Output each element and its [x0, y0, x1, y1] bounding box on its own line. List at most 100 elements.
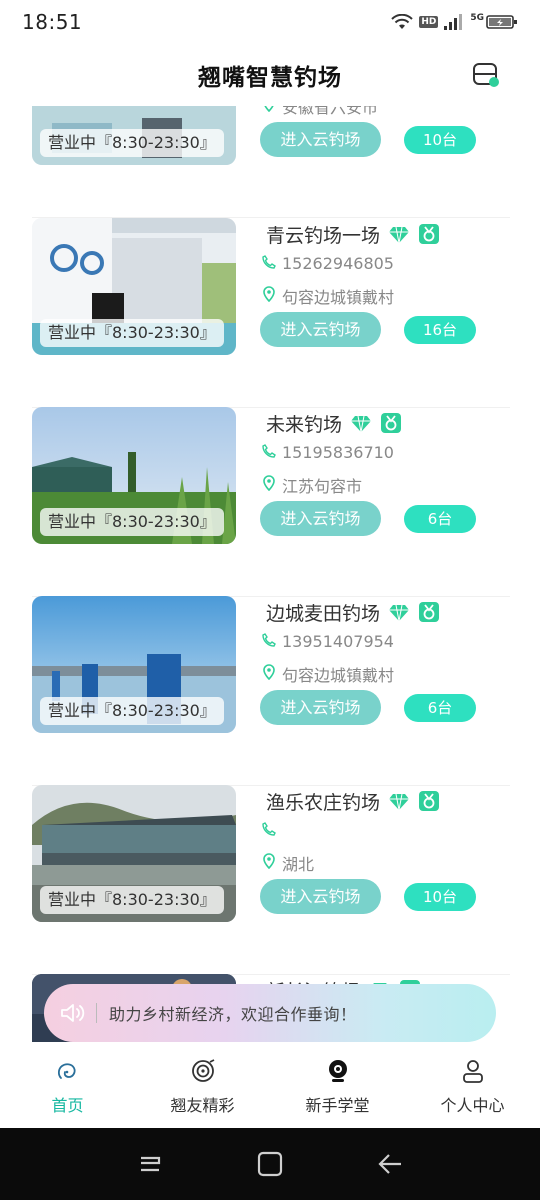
page-title: 翘嘴智慧钓场: [198, 65, 342, 91]
business-hours: 营业中『8:30-23:30』: [40, 508, 224, 536]
device-count-badge: 6台: [404, 505, 476, 533]
wifi-icon: [391, 14, 414, 29]
bottom-tab-bar: 首页 翘友精彩 新手学堂 个人中心: [0, 1042, 540, 1128]
list-item[interactable]: 营业中『8:30-23:30』 安徽省六安市 进入云钓场 10台: [32, 106, 510, 218]
medal-icon: [419, 224, 440, 244]
enter-cloud-spot-button[interactable]: 进入云钓场: [260, 122, 381, 157]
diamond-icon: [351, 415, 372, 433]
spot-name: 青云钓场一场: [266, 224, 381, 247]
speaker-icon: [61, 1004, 85, 1022]
name-row: 青云钓场一场: [266, 220, 440, 248]
business-hours: 营业中『8:30-23:30』: [40, 319, 224, 347]
hd-badge: HD: [419, 16, 439, 28]
location-icon: [262, 664, 276, 684]
address-text: 湖北: [282, 855, 315, 874]
location-icon: [262, 853, 276, 873]
phone-icon: [262, 443, 276, 462]
system-nav-bar: [0, 1128, 540, 1200]
address-text: 安徽省六安市: [282, 106, 379, 117]
tab-home[interactable]: 首页: [0, 1042, 135, 1128]
device-count-badge: 6台: [404, 694, 476, 722]
list-item[interactable]: 营业中『8:30-23:30』 青云钓场一场 15262946805 句容边城镇…: [32, 218, 510, 408]
phone-row[interactable]: 15262946805: [262, 254, 394, 273]
spot-name: 边城麦田钓场: [266, 602, 381, 625]
list-item[interactable]: 营业中『8:30-23:30』 边城麦田钓场 13951407954 句容边城镇…: [32, 596, 510, 786]
phone-number: 15262946805: [282, 254, 394, 273]
announcement-text: 助力乡村新经济，欢迎合作垂询！: [109, 1005, 357, 1024]
spot-name: 未来钓场: [266, 413, 343, 436]
notice-divider: [96, 1003, 97, 1023]
home-nav-icon[interactable]: [257, 1151, 283, 1177]
phone-icon: [262, 254, 276, 273]
address-text: 句容边城镇戴村: [282, 666, 395, 685]
back-icon[interactable]: [377, 1152, 403, 1176]
phone-number: 13951407954: [282, 632, 394, 651]
phone-row[interactable]: 13951407954: [262, 632, 394, 651]
spot-photo: 营业中『8:30-23:30』: [32, 407, 236, 544]
tab-profile[interactable]: 个人中心: [405, 1042, 540, 1128]
tab-label: 翘友精彩: [170, 1096, 235, 1115]
business-hours: 营业中『8:30-23:30』: [40, 886, 224, 914]
enter-cloud-spot-button[interactable]: 进入云钓场: [260, 879, 381, 914]
status-bar: 18:51 HD 5G: [0, 0, 540, 44]
medal-icon: [381, 413, 402, 433]
battery-icon: [486, 15, 517, 29]
phone-number: 15195836710: [282, 443, 394, 462]
name-row: 边城麦田钓场: [266, 598, 440, 626]
location-icon: [262, 286, 276, 306]
fishing-spot-list: 营业中『8:30-23:30』 安徽省六安市 进入云钓场 10台 营业中『8:3…: [0, 106, 540, 1128]
phone-row[interactable]: 15195836710: [262, 443, 394, 462]
tab-label: 新手学堂: [305, 1096, 370, 1115]
spot-photo: 营业中『8:30-23:30』: [32, 596, 236, 733]
moments-icon: [191, 1059, 214, 1082]
home-icon: [57, 1063, 76, 1079]
medal-icon: [419, 791, 440, 811]
camera-icon: [328, 1060, 347, 1082]
phone-row[interactable]: [262, 821, 282, 840]
location-icon: [262, 475, 276, 495]
business-hours: 营业中『8:30-23:30』: [40, 697, 224, 725]
recent-apps-icon[interactable]: [137, 1152, 163, 1176]
enter-cloud-spot-button[interactable]: 进入云钓场: [260, 501, 381, 536]
device-count-badge: 10台: [404, 883, 476, 911]
app-header: 翘嘴智慧钓场: [0, 44, 540, 106]
location-icon: [262, 106, 276, 116]
name-row: 渔乐农庄钓场: [266, 787, 440, 815]
scan-icon[interactable]: [472, 62, 500, 88]
spot-name: 渔乐农庄钓场: [266, 791, 381, 814]
diamond-icon: [389, 604, 410, 622]
address-text: 句容边城镇戴村: [282, 288, 395, 307]
spot-photo: 营业中『8:30-23:30』: [32, 785, 236, 922]
announcement-bar[interactable]: 助力乡村新经济，欢迎合作垂询！: [44, 984, 496, 1042]
list-item[interactable]: 营业中『8:30-23:30』 未来钓场 15195836710 江苏句容市 进…: [32, 407, 510, 597]
medal-icon: [419, 602, 440, 622]
tab-label: 个人中心: [440, 1096, 505, 1115]
phone-icon: [262, 821, 276, 840]
enter-cloud-spot-button[interactable]: 进入云钓场: [260, 312, 381, 347]
spot-photo: 营业中『8:30-23:30』: [32, 106, 236, 165]
tab-label: 首页: [51, 1096, 84, 1115]
spot-photo: 营业中『8:30-23:30』: [32, 218, 236, 355]
device-count-badge: 10台: [404, 126, 476, 154]
status-time: 18:51: [22, 10, 83, 34]
address-text: 江苏句容市: [282, 477, 363, 496]
address-row: 句容边城镇戴村: [262, 284, 394, 308]
list-item[interactable]: 营业中『8:30-23:30』 渔乐农庄钓场 湖北 进入云钓场 10台: [32, 785, 510, 975]
tab-tutorial[interactable]: 新手学堂: [270, 1042, 405, 1128]
profile-icon: [462, 1060, 483, 1083]
enter-cloud-spot-button[interactable]: 进入云钓场: [260, 690, 381, 725]
diamond-icon: [389, 793, 410, 811]
address-row: 湖北: [262, 851, 314, 875]
device-count-badge: 16台: [404, 316, 476, 344]
business-hours: 营业中『8:30-23:30』: [40, 129, 224, 157]
diamond-icon: [389, 226, 410, 244]
address-row: 江苏句容市: [262, 473, 362, 497]
name-row: 未来钓场: [266, 409, 402, 437]
address-row: 安徽省六安市: [262, 106, 378, 118]
network-label: 5G: [470, 13, 484, 23]
address-row: 句容边城镇戴村: [262, 662, 394, 686]
status-icons: HD 5G: [391, 13, 518, 30]
phone-icon: [262, 632, 276, 651]
signal-icon: [444, 14, 463, 30]
tab-moments[interactable]: 翘友精彩: [135, 1042, 270, 1128]
